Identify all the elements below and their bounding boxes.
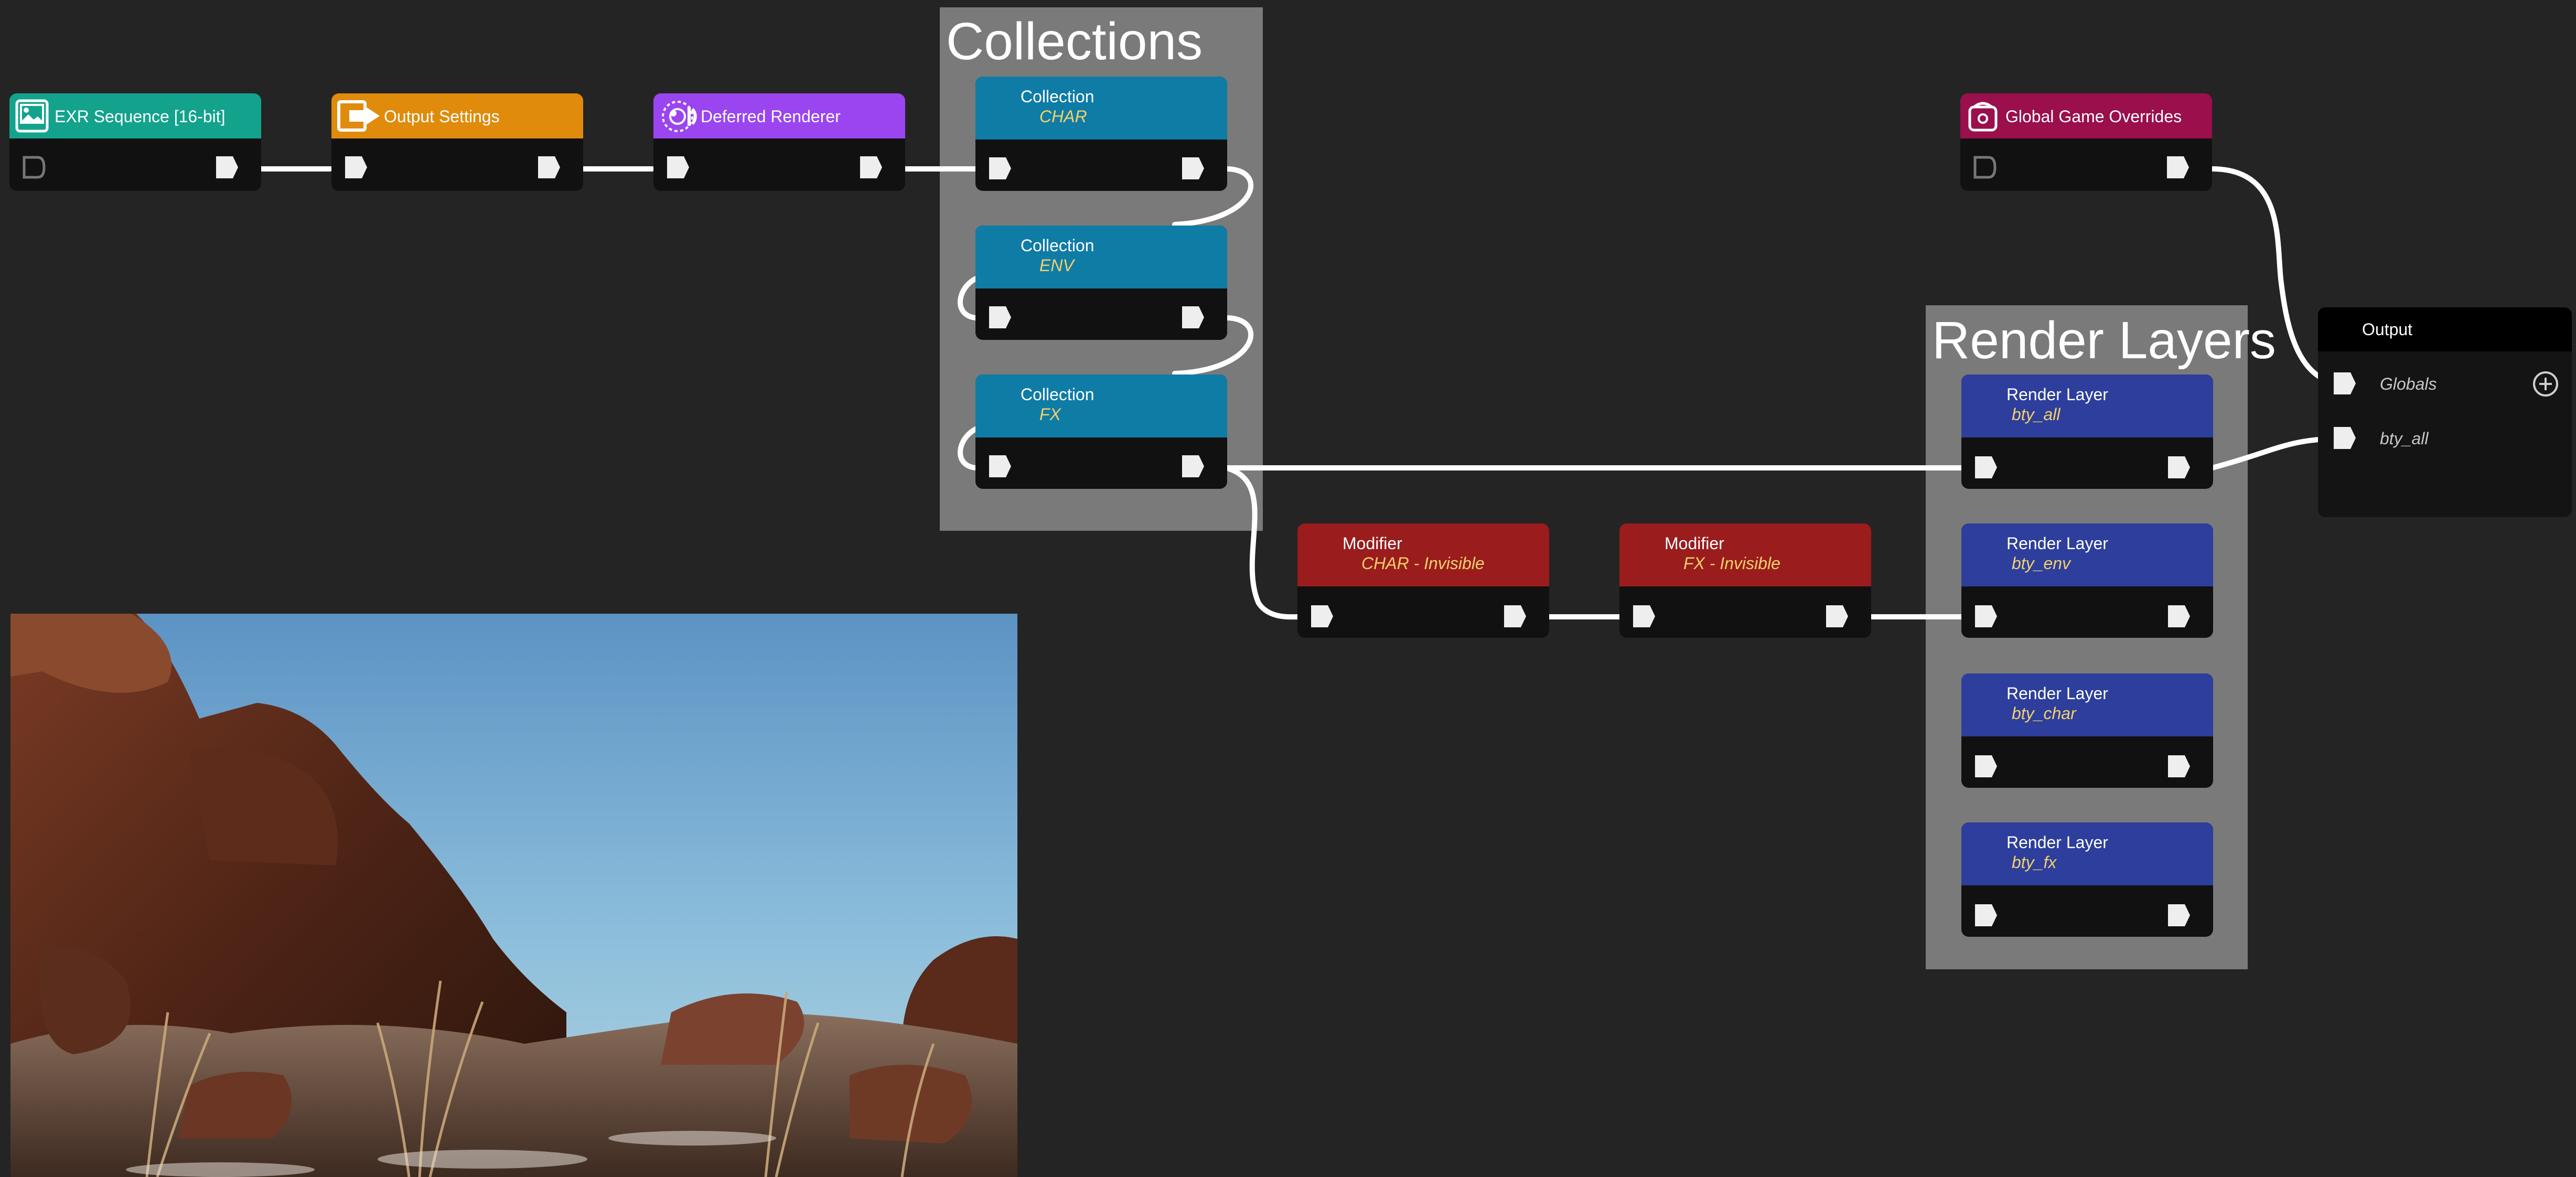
modifier-char-name: CHAR - Invisible xyxy=(1361,554,1485,573)
render-layer-bty-all-name: bty_all xyxy=(2012,405,2060,424)
modifier-char-type: Modifier xyxy=(1343,534,1402,553)
collection-env-header[interactable]: Collection ENV xyxy=(975,226,1227,288)
collection-fx-type: Collection xyxy=(1021,385,1094,404)
modifier-fx-invisible-node[interactable]: Modifier FX - Invisible xyxy=(1619,523,1871,638)
render-layer-bty-all-header[interactable]: Render Layer bty_all xyxy=(1961,374,2213,437)
modifier-char-out-port[interactable] xyxy=(1502,603,1528,629)
render-layer-bty-env-node[interactable]: Render Layer bty_env xyxy=(1961,523,2213,638)
global-game-overrides-header[interactable]: Global Game Overrides xyxy=(1960,93,2212,138)
modifier-fx-in-port[interactable] xyxy=(1631,603,1657,629)
modifier-fx-name: FX - Invisible xyxy=(1683,554,1780,573)
box-icon xyxy=(1968,102,1998,132)
collection-char-name: CHAR xyxy=(1039,107,1087,126)
plus-circle-icon[interactable] xyxy=(2531,369,2560,399)
modifier-fx-out-port[interactable] xyxy=(1824,603,1850,629)
collection-char-type: Collection xyxy=(1021,87,1094,106)
node-graph-canvas[interactable]: Collections Render Layers EXR Sequence [… xyxy=(0,0,2576,1177)
collection-fx-header[interactable]: Collection FX xyxy=(975,374,1227,437)
collection-fx-out-port[interactable] xyxy=(1180,453,1206,479)
render-preview-image xyxy=(10,614,1017,1177)
render-layer-bty-char-out-port[interactable] xyxy=(2166,753,2192,779)
modifier-char-in-port[interactable] xyxy=(1309,603,1335,629)
render-layer-bty-fx-name: bty_fx xyxy=(2012,853,2057,872)
exr-out-port[interactable] xyxy=(214,154,240,180)
wire-fx-to-mod-char xyxy=(1223,465,1300,620)
exr-sequence-node[interactable]: EXR Sequence [16-bit] xyxy=(9,93,261,191)
output-bty-all-in-port[interactable] xyxy=(2332,425,2358,451)
render-layer-bty-all-in-port[interactable] xyxy=(1973,454,1999,480)
modifier-fx-type: Modifier xyxy=(1665,534,1724,553)
render-layer-bty-char-name: bty_char xyxy=(2012,704,2076,723)
render-layer-bty-all-type: Render Layer xyxy=(2006,385,2108,404)
render-layer-bty-fx-in-port[interactable] xyxy=(1973,902,1999,928)
image-icon xyxy=(15,99,49,133)
render-layer-bty-fx-node[interactable]: Render Layer bty_fx xyxy=(1961,822,2213,937)
render-layer-bty-env-name: bty_env xyxy=(2012,554,2071,573)
output-settings-out-port[interactable] xyxy=(536,154,562,180)
output-settings-header[interactable]: Output Settings xyxy=(331,93,583,138)
output-globals-label: Globals xyxy=(2380,374,2437,393)
global-overrides-in-port[interactable] xyxy=(1972,154,1998,180)
render-layer-bty-char-type: Render Layer xyxy=(2006,684,2108,703)
exr-sequence-header[interactable]: EXR Sequence [16-bit] xyxy=(9,93,261,138)
modifier-char-invisible-node[interactable]: Modifier CHAR - Invisible xyxy=(1297,523,1549,638)
exr-in-port[interactable] xyxy=(21,154,47,180)
collection-env-node[interactable]: Collection ENV xyxy=(975,226,1227,340)
output-settings-label: Output Settings xyxy=(384,107,500,126)
modifier-char-header[interactable]: Modifier CHAR - Invisible xyxy=(1297,523,1549,586)
collection-fx-name: FX xyxy=(1039,405,1061,424)
deferred-renderer-header[interactable]: Deferred Renderer xyxy=(653,93,905,138)
output-node-title: Output xyxy=(2362,320,2413,339)
global-game-overrides-label: Global Game Overrides xyxy=(2005,107,2182,126)
collection-env-name: ENV xyxy=(1039,256,1074,275)
deferred-renderer-node[interactable]: Deferred Renderer xyxy=(653,93,905,191)
render-icon xyxy=(662,101,697,132)
render-layer-bty-env-header[interactable]: Render Layer bty_env xyxy=(1961,523,2213,586)
deferred-in-port[interactable] xyxy=(665,154,691,180)
collection-char-in-port[interactable] xyxy=(987,155,1013,181)
global-overrides-out-port[interactable] xyxy=(2165,154,2191,180)
render-layer-bty-fx-header[interactable]: Render Layer bty_fx xyxy=(1961,822,2213,885)
output-node-header[interactable]: Output xyxy=(2318,307,2572,351)
collection-env-in-port[interactable] xyxy=(987,304,1013,330)
deferred-out-port[interactable] xyxy=(858,154,884,180)
global-game-overrides-node[interactable]: Global Game Overrides xyxy=(1960,93,2212,191)
render-layer-bty-all-node[interactable]: Render Layer bty_all xyxy=(1961,374,2213,489)
render-layer-bty-all-out-port[interactable] xyxy=(2166,454,2192,480)
collection-char-node[interactable]: Collection CHAR xyxy=(975,77,1227,191)
render-layer-bty-fx-out-port[interactable] xyxy=(2166,902,2192,928)
output-globals-in-port[interactable] xyxy=(2332,370,2358,397)
output-settings-in-port[interactable] xyxy=(343,154,369,180)
render-layer-bty-char-node[interactable]: Render Layer bty_char xyxy=(1961,673,2213,788)
output-settings-node[interactable]: Output Settings xyxy=(331,93,583,191)
collection-env-out-port[interactable] xyxy=(1180,304,1206,330)
render-layer-bty-env-type: Render Layer xyxy=(2006,534,2108,553)
render-layer-bty-env-out-port[interactable] xyxy=(2166,603,2192,629)
modifier-fx-header[interactable]: Modifier FX - Invisible xyxy=(1619,523,1871,586)
output-bty-all-label: bty_all xyxy=(2380,429,2429,448)
deferred-renderer-label: Deferred Renderer xyxy=(701,107,841,126)
render-layer-bty-fx-type: Render Layer xyxy=(2006,833,2108,852)
render-layer-bty-char-in-port[interactable] xyxy=(1973,753,1999,779)
collection-env-type: Collection xyxy=(1021,236,1094,255)
collection-fx-in-port[interactable] xyxy=(987,453,1013,479)
collection-fx-node[interactable]: Collection FX xyxy=(975,374,1227,489)
render-layer-bty-env-in-port[interactable] xyxy=(1973,603,1999,629)
render-layer-bty-char-header[interactable]: Render Layer bty_char xyxy=(1961,673,2213,736)
collection-char-header[interactable]: Collection CHAR xyxy=(975,77,1227,140)
exr-sequence-label: EXR Sequence [16-bit] xyxy=(55,107,226,126)
export-icon xyxy=(337,100,380,132)
collection-char-out-port[interactable] xyxy=(1180,155,1206,181)
output-node[interactable]: Output Globals bty_all xyxy=(2318,307,2572,517)
